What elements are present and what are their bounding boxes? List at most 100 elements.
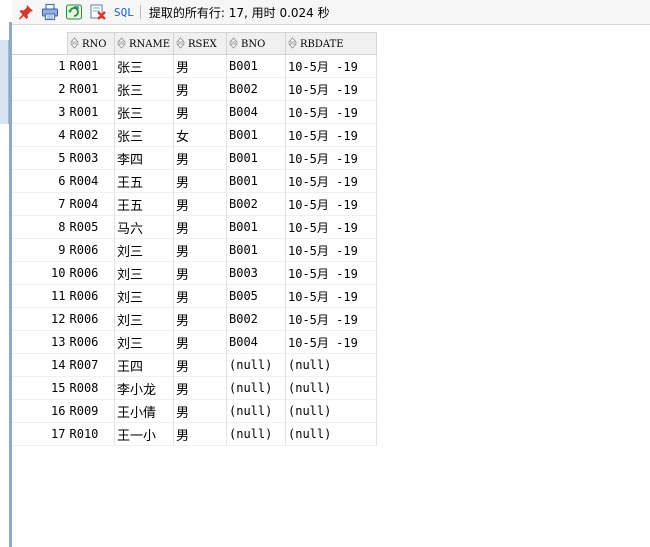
cell-rsex[interactable]: 男 [173, 215, 227, 239]
row-number[interactable]: 11 [12, 284, 68, 308]
table-row[interactable]: 17 R010 王一小男 (null) (null) [12, 422, 377, 446]
cell-bno[interactable]: (null) [226, 376, 286, 400]
cell-rno[interactable]: R006 [67, 307, 115, 331]
column-header-bno[interactable]: BNO [226, 32, 286, 55]
cell-rname[interactable]: 李小龙 [114, 376, 174, 400]
column-header-rsex[interactable]: RSEX [173, 32, 227, 55]
cell-rno[interactable]: R002 [67, 123, 115, 147]
side-tab[interactable] [0, 40, 9, 124]
cell-bno[interactable]: B002 [226, 192, 286, 216]
cell-rbdate[interactable]: 10-5月 -19 [285, 284, 377, 308]
cell-rsex[interactable]: 男 [173, 330, 227, 354]
column-header-rno[interactable]: RNO [67, 32, 115, 55]
cell-rname[interactable]: 刘三 [114, 284, 174, 308]
table-row[interactable]: 11 R006 刘三男 B005 10-5月 -19 [12, 284, 377, 308]
cell-rname[interactable]: 张三 [114, 77, 174, 101]
cell-bno[interactable]: B001 [226, 123, 286, 147]
cell-rsex[interactable]: 男 [173, 422, 227, 446]
row-number[interactable]: 5 [12, 146, 68, 170]
table-row[interactable]: 12 R006 刘三男 B002 10-5月 -19 [12, 307, 377, 331]
cell-bno[interactable]: (null) [226, 353, 286, 377]
cell-bno[interactable]: (null) [226, 422, 286, 446]
cell-rsex[interactable]: 男 [173, 54, 227, 78]
cell-rname[interactable]: 刘三 [114, 238, 174, 262]
cell-rsex[interactable]: 男 [173, 169, 227, 193]
cell-rbdate[interactable]: (null) [285, 422, 377, 446]
cell-rno[interactable]: R008 [67, 376, 115, 400]
cell-rbdate[interactable]: (null) [285, 353, 377, 377]
cell-bno[interactable]: B001 [226, 54, 286, 78]
row-number[interactable]: 9 [12, 238, 68, 262]
cell-rno[interactable]: R006 [67, 330, 115, 354]
cell-rname[interactable]: 张三 [114, 54, 174, 78]
row-number[interactable]: 13 [12, 330, 68, 354]
cell-rname[interactable]: 王一小 [114, 422, 174, 446]
cell-rno[interactable]: R006 [67, 238, 115, 262]
sql-button[interactable]: SQL [114, 6, 134, 19]
cell-rsex[interactable]: 男 [173, 238, 227, 262]
row-number[interactable]: 10 [12, 261, 68, 285]
cell-rname[interactable]: 刘三 [114, 330, 174, 354]
cell-rno[interactable]: R006 [67, 261, 115, 285]
cell-rbdate[interactable]: 10-5月 -19 [285, 169, 377, 193]
cell-rbdate[interactable]: 10-5月 -19 [285, 146, 377, 170]
cell-rno[interactable]: R004 [67, 192, 115, 216]
cell-rsex[interactable]: 男 [173, 100, 227, 124]
table-row[interactable]: 2 R001 张三男 B002 10-5月 -19 [12, 77, 377, 101]
table-row[interactable]: 7 R004 王五男 B002 10-5月 -19 [12, 192, 377, 216]
cell-rno[interactable]: R001 [67, 77, 115, 101]
row-number[interactable]: 17 [12, 422, 68, 446]
cell-rname[interactable]: 张三 [114, 100, 174, 124]
print-button[interactable] [40, 2, 60, 22]
cell-rsex[interactable]: 男 [173, 192, 227, 216]
cell-rsex[interactable]: 女 [173, 123, 227, 147]
cell-rsex[interactable]: 男 [173, 399, 227, 423]
cell-rno[interactable]: R004 [67, 169, 115, 193]
cell-rbdate[interactable]: 10-5月 -19 [285, 77, 377, 101]
cell-rsex[interactable]: 男 [173, 77, 227, 101]
cell-rno[interactable]: R010 [67, 422, 115, 446]
cell-rno[interactable]: R007 [67, 353, 115, 377]
cell-rbdate[interactable]: (null) [285, 399, 377, 423]
cell-rbdate[interactable]: 10-5月 -19 [285, 261, 377, 285]
table-row[interactable]: 10 R006 刘三男 B003 10-5月 -19 [12, 261, 377, 285]
table-row[interactable]: 9 R006 刘三男 B001 10-5月 -19 [12, 238, 377, 262]
row-number[interactable]: 4 [12, 123, 68, 147]
export-button[interactable] [88, 2, 108, 22]
cell-bno[interactable]: B004 [226, 330, 286, 354]
table-row[interactable]: 3 R001 张三男 B004 10-5月 -19 [12, 100, 377, 124]
row-number[interactable]: 1 [12, 54, 68, 78]
row-number[interactable]: 2 [12, 77, 68, 101]
cell-rbdate[interactable]: 10-5月 -19 [285, 192, 377, 216]
column-header-rname[interactable]: RNAME [114, 32, 174, 55]
cell-rsex[interactable]: 男 [173, 307, 227, 331]
cell-bno[interactable]: B003 [226, 261, 286, 285]
cell-rname[interactable]: 马六 [114, 215, 174, 239]
table-row[interactable]: 14 R007 王四男 (null) (null) [12, 353, 377, 377]
cell-rbdate[interactable]: (null) [285, 376, 377, 400]
cell-bno[interactable]: B004 [226, 100, 286, 124]
cell-bno[interactable]: B001 [226, 146, 286, 170]
cell-bno[interactable]: B005 [226, 284, 286, 308]
cell-rno[interactable]: R009 [67, 399, 115, 423]
cell-rno[interactable]: R001 [67, 54, 115, 78]
cell-rname[interactable]: 李四 [114, 146, 174, 170]
cell-rno[interactable]: R006 [67, 284, 115, 308]
table-row[interactable]: 4 R002 张三女 B001 10-5月 -19 [12, 123, 377, 147]
cell-rbdate[interactable]: 10-5月 -19 [285, 307, 377, 331]
table-row[interactable]: 16 R009 王小倩男 (null) (null) [12, 399, 377, 423]
cell-rname[interactable]: 刘三 [114, 261, 174, 285]
cell-rno[interactable]: R001 [67, 100, 115, 124]
table-row[interactable]: 6 R004 王五男 B001 10-5月 -19 [12, 169, 377, 193]
row-number[interactable]: 15 [12, 376, 68, 400]
row-number[interactable]: 12 [12, 307, 68, 331]
row-number[interactable]: 14 [12, 353, 68, 377]
cell-rname[interactable]: 刘三 [114, 307, 174, 331]
cell-rbdate[interactable]: 10-5月 -19 [285, 54, 377, 78]
table-row[interactable]: 5 R003 李四男 B001 10-5月 -19 [12, 146, 377, 170]
cell-bno[interactable]: B001 [226, 238, 286, 262]
cell-rsex[interactable]: 男 [173, 284, 227, 308]
row-number[interactable]: 3 [12, 100, 68, 124]
cell-rname[interactable]: 王小倩 [114, 399, 174, 423]
cell-rno[interactable]: R005 [67, 215, 115, 239]
